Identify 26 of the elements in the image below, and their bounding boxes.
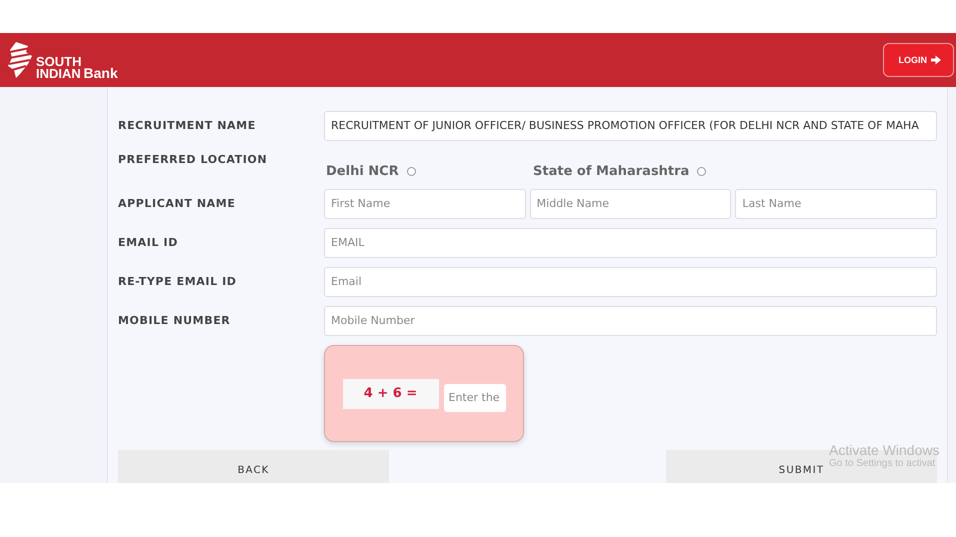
arrow-icon xyxy=(931,55,941,65)
field-label: RE-TYPE EMAIL ID xyxy=(118,275,238,288)
input-field[interactable]: RECRUITMENT OF JUNIOR OFFICER/ BUSINESS PROMOTION OFFICER (FOR DELHI NCR AND STATE OF MAHA xyxy=(324,110,937,140)
radio-label: State of Maharashtra xyxy=(533,164,690,179)
captcha-question: 4 + 6 = xyxy=(342,378,438,408)
captcha-input[interactable]: Enter the xyxy=(444,384,506,412)
logo-text: SOUTH xyxy=(36,56,82,68)
login-button[interactable]: LOGIN xyxy=(882,43,954,77)
input-field[interactable]: Email xyxy=(324,266,937,296)
input-field[interactable]: EMAIL xyxy=(324,228,937,258)
input-field[interactable]: Last Name xyxy=(735,188,938,218)
logo-icon xyxy=(6,40,34,80)
field-label: PREFERRED LOCATION xyxy=(118,152,268,166)
field-label: APPLICANT NAME xyxy=(118,197,236,210)
logo-text: INDIAN xyxy=(36,68,82,80)
radio-button[interactable] xyxy=(406,167,416,176)
input-field[interactable]: Middle Name xyxy=(530,188,732,218)
back-button[interactable]: BACK xyxy=(118,450,389,483)
field-label: RECRUITMENT NAME xyxy=(118,119,257,132)
radio-button[interactable] xyxy=(697,167,706,176)
logo-text: Bank xyxy=(84,66,118,80)
input-field[interactable]: Mobile Number xyxy=(324,306,937,336)
field-label: MOBILE NUMBER xyxy=(118,314,232,327)
input-field[interactable]: First Name xyxy=(324,188,526,218)
radio-label: Delhi NCR xyxy=(326,164,399,179)
field-label: EMAIL ID xyxy=(118,236,179,249)
